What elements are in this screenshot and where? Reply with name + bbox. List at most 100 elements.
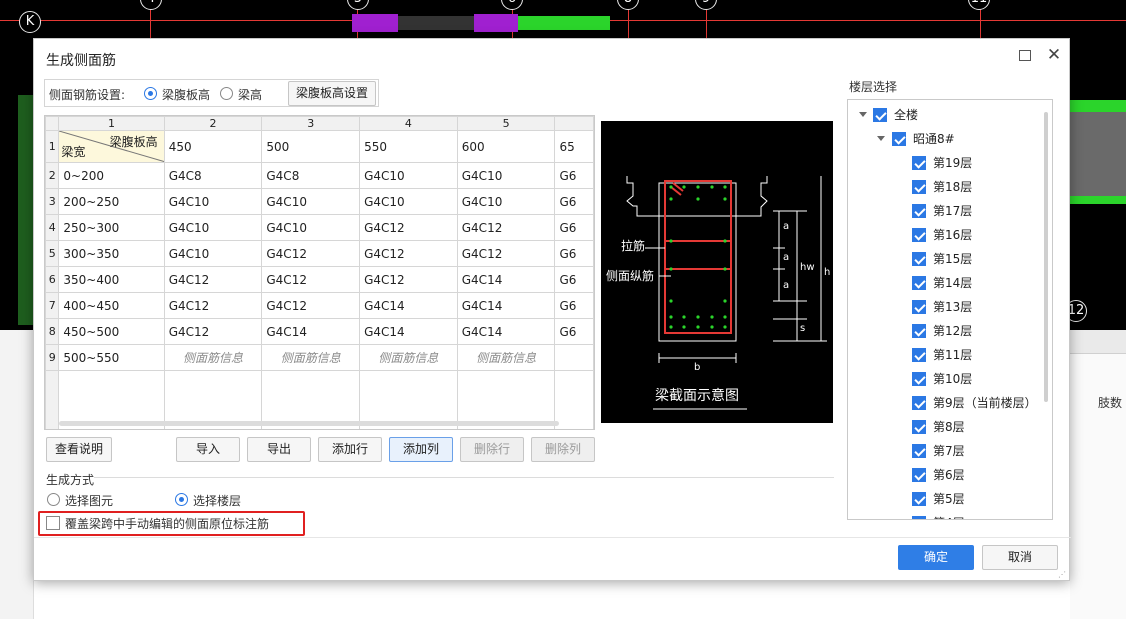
tree-floor-item[interactable]: 第10层 xyxy=(848,367,1038,391)
grid-cell[interactable]: G4C14 xyxy=(456,318,556,345)
tree-floor-item[interactable]: 第8层 xyxy=(848,415,1038,439)
grid-cell[interactable]: 65 xyxy=(554,130,594,163)
grid-cell[interactable]: G4C12 xyxy=(359,266,458,293)
checkbox[interactable] xyxy=(912,348,926,362)
grid-cell[interactable]: G4C10 xyxy=(456,162,556,189)
checkbox[interactable] xyxy=(912,252,926,266)
checkbox[interactable] xyxy=(912,396,926,410)
tree-floor-item[interactable]: 第5层 xyxy=(848,487,1038,511)
checkbox[interactable] xyxy=(912,516,926,519)
import-button[interactable]: 导入 xyxy=(176,437,240,462)
grid-cell[interactable]: G4C10 xyxy=(359,162,458,189)
beam-width-cell[interactable]: 400~450 xyxy=(58,292,165,319)
checkbox[interactable] xyxy=(912,180,926,194)
resize-grip-icon[interactable]: ⋰ xyxy=(1058,570,1066,579)
override-checkbox[interactable] xyxy=(46,516,60,530)
grid-cell[interactable]: G4C12 xyxy=(456,214,556,241)
tree-floor-item[interactable]: 第18层 xyxy=(848,175,1038,199)
beam-width-cell[interactable]: 200~250 xyxy=(58,188,165,215)
tree-floor-item[interactable]: 第6层 xyxy=(848,463,1038,487)
grid-cell[interactable]: G6 xyxy=(554,318,594,345)
grid-cell[interactable]: 500 xyxy=(261,130,361,163)
row-number[interactable]: 9 xyxy=(45,344,60,371)
checkbox[interactable] xyxy=(912,444,926,458)
beam-width-cell[interactable]: 0~200 xyxy=(58,162,165,189)
add-column-button[interactable]: 添加列 xyxy=(389,437,453,462)
beam-width-cell[interactable]: 250~300 xyxy=(58,214,165,241)
checkbox[interactable] xyxy=(912,204,926,218)
row-number[interactable]: 7 xyxy=(45,292,60,319)
radio-select-floors[interactable] xyxy=(175,493,188,506)
tree-floor-item[interactable]: 第13层 xyxy=(848,295,1038,319)
tree-floor-item[interactable]: 第17层 xyxy=(848,199,1038,223)
checkbox[interactable] xyxy=(912,228,926,242)
export-button[interactable]: 导出 xyxy=(247,437,311,462)
tree-floor-item[interactable]: 第15层 xyxy=(848,247,1038,271)
grid-cell[interactable]: G4C12 xyxy=(163,266,263,293)
grid-cell[interactable]: 550 xyxy=(359,130,458,163)
collapse-caret-icon[interactable] xyxy=(877,136,885,141)
tree-floor-item[interactable]: 第11层 xyxy=(848,343,1038,367)
checkbox[interactable] xyxy=(912,276,926,290)
grid-cell[interactable]: G4C14 xyxy=(359,318,458,345)
radio-beam-height-label[interactable]: 梁高 xyxy=(238,86,262,103)
beam-width-cell[interactable]: 450~500 xyxy=(58,318,165,345)
grid-cell[interactable]: G4C14 xyxy=(261,318,361,345)
help-button[interactable]: 查看说明 xyxy=(46,437,112,462)
grid-cell[interactable]: 450 xyxy=(163,130,263,163)
grid-cell[interactable]: G4C12 xyxy=(163,318,263,345)
row-number[interactable]: 8 xyxy=(45,318,60,345)
grid-cell[interactable]: G4C12 xyxy=(261,240,361,267)
grid-cell[interactable]: G4C10 xyxy=(359,188,458,215)
grid-cell[interactable]: G4C10 xyxy=(163,214,263,241)
grid-cell[interactable]: G4C14 xyxy=(456,266,556,293)
column-header[interactable] xyxy=(554,116,594,131)
grid-cell[interactable]: G6 xyxy=(554,266,594,293)
beam-width-cell[interactable]: 350~400 xyxy=(58,266,165,293)
grid-cell[interactable]: G4C14 xyxy=(456,292,556,319)
grid-cell[interactable]: G6 xyxy=(554,292,594,319)
grid-cell[interactable]: G4C10 xyxy=(456,188,556,215)
tree-floor-item[interactable]: 第12层 xyxy=(848,319,1038,343)
radio-select-floors-label[interactable]: 选择楼层 xyxy=(193,492,241,509)
radio-beam-height[interactable] xyxy=(220,87,233,100)
maximize-icon[interactable] xyxy=(1019,50,1031,61)
grid-cell[interactable]: G4C14 xyxy=(359,292,458,319)
grid-cell[interactable]: G6 xyxy=(554,214,594,241)
checkbox[interactable] xyxy=(892,132,906,146)
delete-row-button[interactable]: 删除行 xyxy=(460,437,524,462)
row-number[interactable]: 2 xyxy=(45,162,60,189)
tree-floor-item[interactable]: 第14层 xyxy=(848,271,1038,295)
radio-select-elements-label[interactable]: 选择图元 xyxy=(65,492,113,509)
cancel-button[interactable]: 取消 xyxy=(982,545,1058,570)
row-number[interactable]: 4 xyxy=(45,214,60,241)
property-panel-tab[interactable] xyxy=(1070,330,1126,354)
grid-cell[interactable]: G4C8 xyxy=(163,162,263,189)
grid-cell[interactable]: 侧面筋信息 xyxy=(456,344,556,371)
tree-floor-item[interactable]: 第16层 xyxy=(848,223,1038,247)
column-header[interactable]: 2 xyxy=(163,116,263,131)
column-header[interactable]: 5 xyxy=(456,116,556,131)
close-icon[interactable]: ✕ xyxy=(1044,45,1064,65)
beam-width-cell[interactable]: 300~350 xyxy=(58,240,165,267)
grid-cell[interactable]: G6 xyxy=(554,188,594,215)
web-height-settings-button[interactable]: 梁腹板高设置 xyxy=(288,81,376,106)
delete-column-button[interactable]: 删除列 xyxy=(531,437,595,462)
rebar-grid[interactable]: 1 2 3 4 5 1 梁腹板高 梁宽 450 500 550 600 65 2… xyxy=(44,115,595,430)
grid-cell[interactable]: G6 xyxy=(554,240,594,267)
collapse-caret-icon[interactable] xyxy=(859,112,867,117)
checkbox[interactable] xyxy=(912,300,926,314)
grid-cell[interactable]: 侧面筋信息 xyxy=(261,344,361,371)
column-header[interactable]: 3 xyxy=(261,116,361,131)
grid-cell[interactable]: G6 xyxy=(554,162,594,189)
grid-cell[interactable]: G4C12 xyxy=(456,240,556,267)
tree-root-all[interactable]: 全楼 xyxy=(848,103,1048,127)
grid-horizontal-scrollbar[interactable] xyxy=(59,421,559,426)
grid-cell[interactable]: G4C12 xyxy=(359,240,458,267)
row-number[interactable]: 1 xyxy=(45,130,60,163)
ok-button[interactable]: 确定 xyxy=(898,545,974,570)
grid-cell[interactable]: G4C10 xyxy=(163,240,263,267)
floor-tree-scrollbar[interactable] xyxy=(1044,112,1048,402)
column-header[interactable]: 4 xyxy=(359,116,458,131)
radio-web-height[interactable] xyxy=(144,87,157,100)
